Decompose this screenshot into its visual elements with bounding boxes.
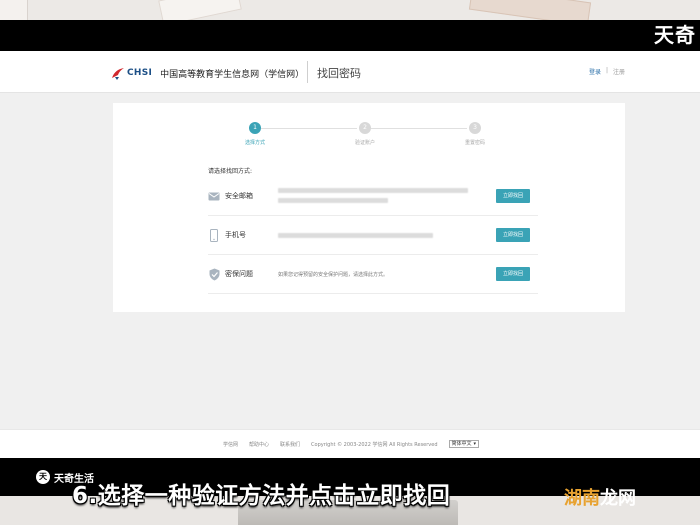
desk-object [468, 0, 592, 20]
site-logo[interactable]: CHSI 中国高等教育学生信息网（学信网） [110, 63, 304, 83]
top-watermark: 天奇 [654, 23, 696, 47]
method-name: 安全邮箱 [225, 192, 253, 200]
register-link[interactable]: 注册 [613, 67, 625, 76]
desk-object [0, 0, 28, 20]
recover-button[interactable]: 立即找回 [496, 228, 530, 242]
progress-steps: 1 2 3 选择方式 验证账户 重置密码 [113, 103, 625, 153]
brand-logo-icon: 天 [36, 470, 50, 484]
step-connector [371, 128, 467, 129]
step-connector [261, 128, 357, 129]
watermark-part-2: 龙网 [600, 488, 636, 509]
header-divider [307, 61, 308, 83]
desk-object [158, 0, 242, 20]
redacted-email [278, 198, 388, 203]
browser-page: CHSI 中国高等教育学生信息网（学信网） 找回密码 登录 | 注册 1 2 3… [0, 51, 700, 458]
step-3-label: 重置密码 [464, 140, 485, 146]
footer-link-chsi[interactable]: 学信网 [223, 441, 238, 448]
recover-button[interactable]: 立即找回 [496, 189, 530, 203]
method-row-phone: 手机号 立即找回 [208, 217, 538, 255]
step-2-indicator: 2 [359, 122, 371, 134]
watermark-part-1: 湖南 [564, 488, 600, 509]
logo-text: CHSI [127, 68, 153, 78]
recover-button[interactable]: 立即找回 [496, 267, 530, 281]
method-name: 密保问题 [225, 270, 253, 278]
recovery-card: 1 2 3 选择方式 验证账户 重置密码 请选择找回方式: 安全邮箱 立即找回 … [113, 103, 625, 312]
step-3-indicator: 3 [469, 122, 481, 134]
page-title: 找回密码 [317, 67, 361, 80]
redacted-email [278, 188, 468, 193]
language-select[interactable]: 简体中文 ▾ [448, 440, 480, 448]
chevron-down-icon: ▾ [473, 440, 477, 447]
method-description: 如果您记得预留的安全保护问题，请选择此方式。 [278, 272, 389, 278]
video-caption: 6.选择一种验证方法并点击立即找回 [72, 483, 451, 509]
corner-watermark: 湖南龙网 [564, 484, 636, 510]
site-name: 中国高等教育学生信息网（学信网） [160, 69, 305, 80]
top-black-bar [0, 20, 700, 51]
redacted-phone [278, 233, 433, 238]
chsi-bird-icon [110, 65, 126, 81]
method-row-email: 安全邮箱 立即找回 [208, 178, 538, 216]
step-1-label: 选择方式 [244, 140, 265, 146]
shield-check-icon [208, 267, 220, 281]
footer-link-help[interactable]: 帮助中心 [249, 441, 269, 448]
footer-link-contact[interactable]: 联系我们 [280, 441, 300, 448]
mail-icon [208, 189, 220, 203]
copyright-text: Copyright © 2003-2022 学信网 All Rights Res… [311, 441, 438, 448]
site-header: CHSI 中国高等教育学生信息网（学信网） 找回密码 登录 | 注册 [0, 51, 700, 93]
method-row-security-question: 密保问题 如果您记得预留的安全保护问题，请选择此方式。 立即找回 [208, 256, 538, 294]
step-1-indicator: 1 [249, 122, 261, 134]
link-separator: | [605, 67, 608, 74]
header-links: 登录 | 注册 [589, 67, 625, 76]
choose-method-prompt: 请选择找回方式: [208, 168, 253, 175]
desk-background-top [0, 0, 700, 20]
phone-icon [208, 228, 220, 242]
method-name: 手机号 [225, 231, 246, 239]
language-selected: 简体中文 [451, 440, 472, 447]
site-footer: 学信网 帮助中心 联系我们 Copyright © 2003-2022 学信网 … [0, 429, 700, 458]
step-2-label: 验证账户 [354, 140, 375, 146]
login-link[interactable]: 登录 [589, 67, 601, 76]
